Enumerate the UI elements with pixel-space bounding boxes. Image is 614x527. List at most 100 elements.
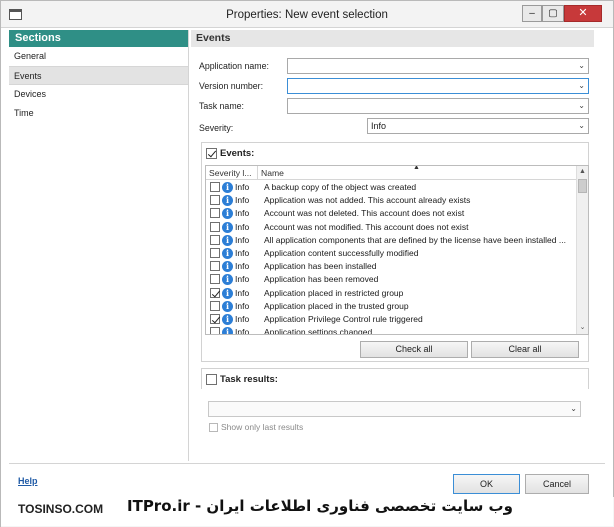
row-severity: Info xyxy=(235,247,250,258)
row-checkbox[interactable] xyxy=(210,247,220,258)
title-bar[interactable]: Properties: New event selection ‒ ▢ ✕ xyxy=(1,1,613,28)
row-checkbox[interactable] xyxy=(210,261,220,272)
dialog-footer: Help OK Cancel xyxy=(9,463,605,497)
row-severity: Info xyxy=(235,287,250,298)
row-severity: Info xyxy=(235,195,250,206)
table-row[interactable]: i Info A backup copy of the object was cre… xyxy=(206,181,578,194)
table-row[interactable]: i Info Account was not modified. This acco… xyxy=(206,221,578,234)
info-icon: i xyxy=(222,234,233,246)
sidebar-header: Sections xyxy=(9,30,188,47)
row-event-name: Account was not modified. This account d… xyxy=(264,221,469,232)
check-all-button[interactable]: Check all xyxy=(360,341,468,358)
row-checkbox[interactable] xyxy=(210,327,220,334)
row-event-name: Application settings changed xyxy=(264,327,373,335)
row-severity: Info xyxy=(235,313,250,324)
sections-sidebar: Sections General Events Devices Time xyxy=(9,30,189,461)
sidebar-item-events[interactable]: Events xyxy=(9,66,188,85)
info-icon: i xyxy=(222,261,233,273)
help-link[interactable]: Help xyxy=(18,476,38,486)
version-number-combo[interactable]: ⌄ xyxy=(287,78,589,94)
panel-title: Events xyxy=(191,30,594,47)
ok-button[interactable]: OK xyxy=(453,474,520,494)
row-event-name: Application placed in restricted group xyxy=(264,287,404,298)
info-icon: i xyxy=(222,300,233,312)
table-row[interactable]: i Info Application settings changed xyxy=(206,326,578,335)
maximize-button[interactable]: ▢ xyxy=(542,5,564,22)
row-severity: Info xyxy=(235,300,250,311)
row-checkbox[interactable] xyxy=(210,274,220,285)
table-row[interactable]: i Info Application content successfully mo… xyxy=(206,247,578,260)
row-event-name: All application components that are defi… xyxy=(264,234,566,245)
info-icon: i xyxy=(222,221,233,233)
clear-all-button[interactable]: Clear all xyxy=(471,341,579,358)
row-event-name: Application content successfully modifie… xyxy=(264,247,419,258)
events-checkbox[interactable] xyxy=(206,148,217,159)
table-row[interactable]: i Info Application placed in the trusted g… xyxy=(206,300,578,313)
version-number-label: Version number: xyxy=(199,81,264,91)
application-name-combo[interactable]: ⌄ xyxy=(287,58,589,74)
row-event-name: Application has been installed xyxy=(264,261,377,272)
sidebar-item-general[interactable]: General xyxy=(9,47,188,66)
task-name-combo[interactable]: ⌄ xyxy=(287,98,589,114)
row-event-name: Application placed in the trusted group xyxy=(264,300,409,311)
info-icon: i xyxy=(222,313,233,325)
row-event-name: A backup copy of the object was created xyxy=(264,182,417,192)
events-group-title: Events: xyxy=(206,148,254,159)
events-group: Events: Severity l... Name ▲ i Info A back… xyxy=(201,142,589,362)
row-checkbox[interactable] xyxy=(210,195,220,206)
row-severity: Info xyxy=(235,261,250,272)
info-icon: i xyxy=(222,182,233,193)
info-icon: i xyxy=(222,247,233,259)
minimize-button[interactable]: ‒ xyxy=(522,5,542,22)
table-row[interactable]: i Info Application has been installed xyxy=(206,260,578,273)
info-icon: i xyxy=(222,208,233,220)
row-severity: Info xyxy=(235,182,250,192)
task-results-group: Task results: xyxy=(201,368,589,389)
cancel-button[interactable]: Cancel xyxy=(525,474,589,494)
application-name-label: Application name: xyxy=(199,61,269,71)
task-name-label: Task name: xyxy=(199,101,244,111)
info-icon: i xyxy=(222,195,233,207)
row-event-name: Account was not deleted. This account do… xyxy=(264,208,465,219)
row-severity: Info xyxy=(235,234,250,245)
task-results-checkbox[interactable] xyxy=(206,374,217,385)
table-row[interactable]: i Info Application Privilege Control rule … xyxy=(206,313,578,326)
table-row[interactable]: i Info All application components that are… xyxy=(206,234,578,247)
severity-select[interactable]: Info ⌄ xyxy=(367,118,589,134)
row-severity: Info xyxy=(235,274,250,285)
column-severity[interactable]: Severity l... xyxy=(206,166,258,180)
table-header: Severity l... Name ▲ xyxy=(206,166,578,180)
table-row[interactable]: i Info Application was not added. This acc… xyxy=(206,194,578,207)
task-results-dropdown[interactable]: ⌄ xyxy=(208,401,581,417)
scroll-up-icon[interactable]: ▲ xyxy=(577,166,588,178)
sidebar-item-time[interactable]: Time xyxy=(9,104,188,123)
sort-ascending-icon: ▲ xyxy=(413,165,420,171)
row-severity: Info xyxy=(235,327,250,335)
row-event-name: Application Privilege Control rule trigg… xyxy=(264,313,423,324)
info-icon: i xyxy=(222,327,233,334)
row-checkbox[interactable] xyxy=(210,313,220,324)
row-checkbox[interactable] xyxy=(210,208,220,219)
show-only-last-checkbox[interactable] xyxy=(209,422,218,432)
row-checkbox[interactable] xyxy=(210,182,220,192)
row-checkbox[interactable] xyxy=(210,221,220,232)
close-button[interactable]: ✕ xyxy=(564,5,602,22)
watermark-left: TOSINSO.COM xyxy=(18,502,104,516)
row-checkbox[interactable] xyxy=(210,300,220,311)
chevron-down-icon: ⌄ xyxy=(578,101,585,110)
vertical-scrollbar[interactable]: ▲ ⌄ xyxy=(576,166,588,334)
chevron-down-icon: ⌄ xyxy=(578,61,585,70)
show-only-last-option[interactable]: Show only last results xyxy=(209,422,303,432)
table-row[interactable]: i Info Application placed in restricted gr… xyxy=(206,287,578,300)
sidebar-item-devices[interactable]: Devices xyxy=(9,85,188,104)
events-table[interactable]: Severity l... Name ▲ i Info A backup copy … xyxy=(205,165,589,335)
chevron-down-icon: ⌄ xyxy=(570,404,577,413)
scroll-thumb[interactable] xyxy=(578,179,587,193)
row-checkbox[interactable] xyxy=(210,287,220,298)
event-rows: i Info A backup copy of the object was cre… xyxy=(206,181,578,335)
row-checkbox[interactable] xyxy=(210,234,220,245)
table-row[interactable]: i Info Account was not deleted. This accou… xyxy=(206,207,578,220)
chevron-down-icon: ⌄ xyxy=(578,121,585,130)
scroll-down-icon[interactable]: ⌄ xyxy=(577,322,588,334)
table-row[interactable]: i Info Application has been removed xyxy=(206,273,578,286)
